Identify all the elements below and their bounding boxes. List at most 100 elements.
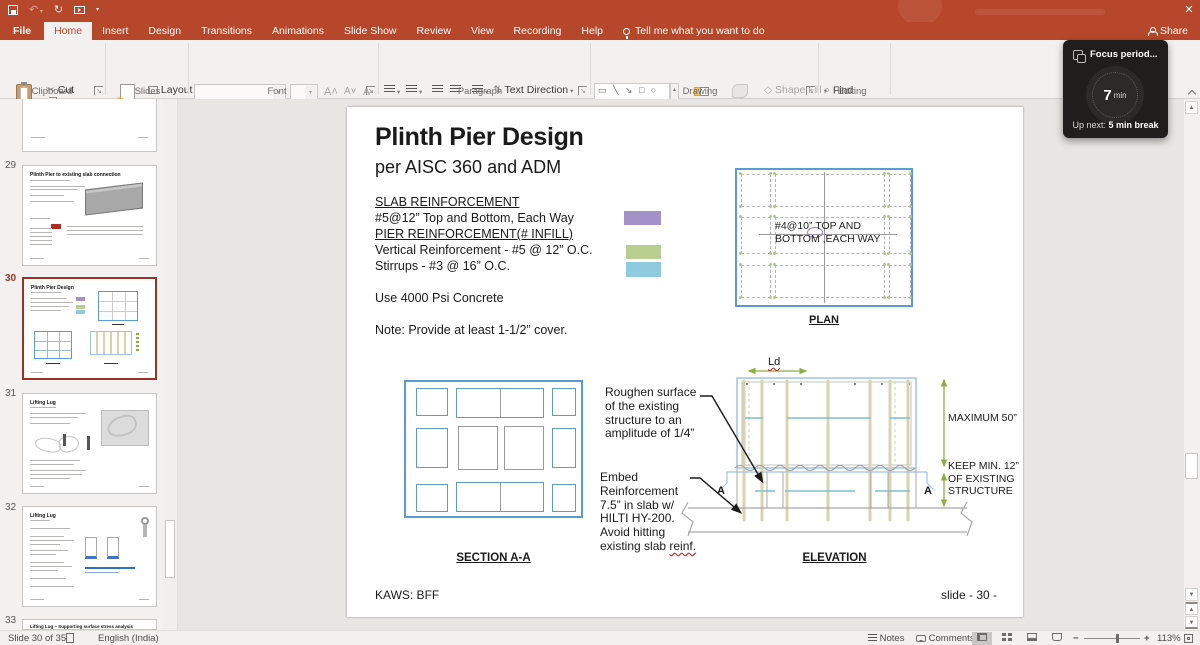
fit-to-window-icon[interactable] — [1184, 633, 1193, 644]
scroll-up-button[interactable]: ▲ — [1185, 101, 1198, 114]
tab-insert[interactable]: Insert — [92, 22, 138, 40]
slide-31-thumbnail[interactable]: Lifting Lug — [22, 393, 157, 494]
bullets-button[interactable]: ▾ — [384, 85, 400, 97]
rebar-dot — [739, 172, 742, 175]
tell-me-box[interactable]: Tell me what you want to do — [613, 22, 775, 40]
language-indicator[interactable]: English (India) — [98, 633, 159, 644]
drawing-dialog-launcher[interactable]: ↘ — [806, 86, 815, 95]
zoom-slider-thumb[interactable] — [1116, 634, 1119, 643]
plan-cell — [889, 265, 911, 298]
slide-28-thumbnail[interactable] — [22, 99, 157, 152]
section-cell — [552, 428, 576, 468]
elevation-label[interactable]: ELEVATION — [642, 552, 1023, 564]
swatch-slab[interactable] — [624, 211, 661, 225]
rebar-dot — [883, 205, 886, 208]
section-cell — [416, 388, 448, 416]
rebar-dot — [887, 263, 890, 266]
vertical-scrollbar[interactable]: ▲ ▼ ▲ ▼ — [1184, 99, 1200, 630]
rebar-dot — [769, 205, 772, 208]
slide-33-thumbnail[interactable]: Lifting Lug – Supporting surface stress … — [22, 619, 157, 630]
slide-subtitle[interactable]: per AISC 360 and ADM — [375, 157, 561, 178]
thumbnail-preview: Plinth Pier Design — [24, 279, 155, 378]
slide-30[interactable]: Plinth Pier Design per AISC 360 and ADM … — [347, 107, 1023, 617]
spellcheck-icon[interactable] — [66, 633, 74, 644]
zoom-slider-track[interactable] — [1084, 638, 1140, 639]
scrollbar-thumb[interactable] — [165, 520, 175, 578]
normal-view-button[interactable] — [972, 632, 992, 645]
slide-32-thumbnail[interactable]: Lifting Lug — [22, 506, 157, 607]
section-drawing[interactable] — [404, 380, 583, 518]
zoom-out-button[interactable]: − — [1073, 633, 1079, 644]
plan-cell — [889, 217, 911, 254]
tab-view[interactable]: View — [461, 22, 504, 40]
elevation-max-label[interactable]: MAXIMUM 50” — [948, 412, 1017, 425]
scrollbar-thumb[interactable] — [1185, 453, 1198, 479]
body-line[interactable]: Vertical Reinforcement - #5 @ 12” O.C. — [375, 243, 593, 257]
comments-button[interactable]: Comments — [916, 633, 975, 644]
slide-footer-right[interactable]: slide - 30 - — [885, 588, 997, 602]
tab-design[interactable]: Design — [138, 22, 191, 40]
zoom-in-button[interactable]: + — [1144, 633, 1150, 644]
close-window-button[interactable]: ✕ — [1178, 0, 1200, 20]
body-line[interactable]: SLAB REINFORCEMENT — [375, 195, 519, 209]
swatch-stirrups[interactable] — [626, 262, 661, 277]
redo-icon[interactable]: ↻ — [54, 3, 63, 16]
section-cell — [552, 484, 576, 512]
plan-drawing[interactable]: #4@10” TOP AND BOTTOM ,EACH WAY — [735, 168, 913, 307]
rebar-dot — [773, 205, 776, 208]
start-slideshow-icon[interactable] — [74, 6, 85, 14]
font-dialog-launcher[interactable]: ↘ — [366, 86, 375, 95]
rebar-dot — [773, 263, 776, 266]
slide-31-number: 31 — [5, 388, 16, 399]
clipboard-dialog-launcher[interactable]: ↘ — [94, 86, 103, 95]
save-icon[interactable] — [8, 5, 18, 15]
tab-file[interactable]: File — [0, 22, 44, 40]
embed-annotation[interactable]: Embed Reinforcement 7.5” in slab w/ HILT… — [600, 471, 700, 554]
tab-help[interactable]: Help — [571, 22, 613, 40]
plan-label[interactable]: PLAN — [735, 314, 913, 326]
customize-qat-icon[interactable]: ▾ — [96, 6, 99, 13]
swatch-vertical[interactable] — [626, 245, 661, 259]
slide-30-thumbnail[interactable]: Plinth Pier Design — [22, 277, 157, 380]
tab-review[interactable]: Review — [407, 22, 461, 40]
elevation-keep-label[interactable]: KEEP MIN. 12” OF EXISTING STRUCTURE — [948, 460, 1019, 498]
previous-slide-button[interactable]: ▲ — [1185, 602, 1198, 615]
slide-footer-left[interactable]: KAWS: BFF — [375, 588, 439, 602]
rebar-dot — [773, 252, 776, 255]
zoom-level[interactable]: 113% — [1157, 633, 1181, 644]
tab-slideshow[interactable]: Slide Show — [334, 22, 407, 40]
scroll-down-button[interactable]: ▼ — [1185, 588, 1198, 601]
tab-recording[interactable]: Recording — [504, 22, 572, 40]
tab-home[interactable]: Home — [44, 22, 92, 40]
thumbnail-panel-scrollbar[interactable] — [163, 99, 177, 630]
slide-counter[interactable]: Slide 30 of 35 — [8, 633, 66, 644]
body-line[interactable]: PIER REINFORCEMENT(# INFILL) — [375, 227, 573, 241]
tab-transitions[interactable]: Transitions — [191, 22, 262, 40]
share-button[interactable]: Share — [1148, 22, 1188, 40]
section-label[interactable]: SECTION A-A — [404, 552, 583, 564]
elevation-ld-label[interactable]: Ld — [768, 356, 780, 370]
thumbnail-preview: Lifting Lug — [23, 394, 156, 493]
body-line[interactable]: Stirrups - #3 @ 16” O.C. — [375, 259, 510, 273]
rebar-dot — [773, 172, 776, 175]
body-line[interactable]: Note: Provide at least 1-1/2” cover. — [375, 323, 567, 337]
body-line[interactable]: #5@12” Top and Bottom, Each Way — [375, 211, 574, 225]
slide-title[interactable]: Plinth Pier Design — [375, 123, 584, 152]
notes-button[interactable]: Notes — [868, 633, 904, 644]
slideshow-view-button[interactable] — [1047, 632, 1067, 645]
tab-animations[interactable]: Animations — [262, 22, 334, 40]
undo-icon[interactable]: ↶ ▾ — [29, 3, 43, 16]
rebar-dot — [883, 172, 886, 175]
roughen-annotation[interactable]: Roughen surface of the existing structur… — [605, 386, 715, 441]
next-slide-button[interactable]: ▼ — [1185, 616, 1198, 629]
rebar-dot — [769, 252, 772, 255]
reading-view-button[interactable] — [1022, 632, 1042, 645]
focus-period-overlay[interactable]: Focus period... 7min Up next: 5 min brea… — [1063, 40, 1168, 138]
slide-29-number: 29 — [5, 160, 16, 171]
paragraph-dialog-launcher[interactable]: ↘ — [578, 86, 587, 95]
plan-cell — [889, 174, 911, 207]
slide-29-thumbnail[interactable]: Plinth Pier to existing slab connection — [22, 165, 157, 266]
body-line[interactable]: Use 4000 Psi Concrete — [375, 291, 504, 305]
plan-annotation[interactable]: #4@10” TOP AND BOTTOM ,EACH WAY — [775, 220, 880, 246]
slide-sorter-button[interactable] — [997, 632, 1017, 645]
